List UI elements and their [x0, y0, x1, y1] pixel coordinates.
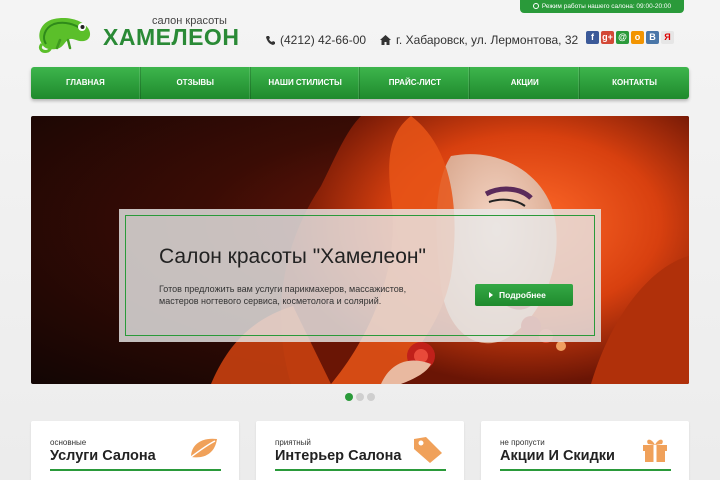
card-title: Акции И Скидки: [500, 448, 615, 464]
more-button[interactable]: Подробнее: [475, 284, 573, 306]
main-navigation: ГЛАВНАЯ ОТЗЫВЫ НАШИ СТИЛИСТЫ ПРАЙС-ЛИСТ АКЦИ…: [31, 67, 689, 99]
play-arrow-icon: [489, 292, 493, 298]
logo-title[interactable]: ХАМЕЛЕОН: [103, 24, 239, 51]
card-kicker: приятный: [275, 438, 311, 447]
slider-dot-1[interactable]: [345, 393, 353, 401]
nav-item-6[interactable]: КОНТАКТЫ: [580, 67, 689, 99]
nav-item-4[interactable]: ПРАЙС-ЛИСТ: [360, 67, 471, 99]
tag-icon: [414, 437, 442, 463]
address-text: г. Хабаровск, ул. Лермонтова, 32: [396, 33, 579, 47]
phone-contact[interactable]: (4212) 42-66-00: [266, 33, 366, 47]
hero-title: Салон красоты "Хамелеон": [159, 245, 426, 268]
card-divider: [275, 469, 446, 471]
hero-description: Готов предложить вам услуги парикмахеров…: [159, 284, 407, 306]
card-promotions[interactable]: не пропусти Акции И Скидки: [481, 421, 689, 480]
home-icon: [380, 35, 391, 45]
yandex-icon[interactable]: Я: [661, 31, 674, 44]
nav-item-1[interactable]: ГЛАВНАЯ: [31, 67, 141, 99]
working-hours-badge: Режим работы нашего салона: 09:00-20:00: [520, 0, 684, 13]
more-button-label: Подробнее: [499, 290, 546, 300]
chameleon-logo-icon[interactable]: [34, 14, 96, 54]
hero-caption-box: Салон красоты "Хамелеон" Готов предложит…: [119, 209, 601, 342]
phone-number: (4212) 42-66-00: [280, 33, 367, 47]
leaf-icon: [190, 438, 217, 458]
card-interior[interactable]: приятный Интерьер Салона: [256, 421, 464, 480]
phone-icon: [266, 36, 275, 45]
address-contact: г. Хабаровск, ул. Лермонтова, 32: [380, 33, 578, 47]
nav-item-2[interactable]: ОТЗЫВЫ: [141, 67, 251, 99]
gift-icon: [643, 439, 667, 462]
hero-slider[interactable]: Салон красоты "Хамелеон" Готов предложит…: [31, 116, 689, 384]
card-kicker: основные: [50, 438, 87, 447]
google-plus-icon[interactable]: g+: [601, 31, 614, 44]
nav-item-5[interactable]: АКЦИИ: [470, 67, 581, 99]
card-title: Услуги Салона: [50, 448, 156, 464]
odnoklassniki-icon[interactable]: o: [631, 31, 644, 44]
social-links: f g+ @ o B Я: [586, 31, 674, 44]
clock-icon: [532, 3, 539, 9]
nav-item-3[interactable]: НАШИ СТИЛИСТЫ: [251, 67, 361, 99]
slider-pagination: [345, 393, 375, 401]
card-divider: [500, 469, 671, 471]
mailru-icon[interactable]: @: [616, 31, 629, 44]
slider-dot-3[interactable]: [367, 393, 375, 401]
card-title: Интерьер Салона: [275, 448, 402, 464]
slider-dot-2[interactable]: [356, 393, 364, 401]
card-kicker: не пропусти: [500, 438, 545, 447]
working-hours-text: Режим работы нашего салона: 09:00-20:00: [541, 3, 672, 10]
hero-caption-frame: [125, 215, 595, 336]
facebook-icon[interactable]: f: [586, 31, 599, 44]
vkontakte-icon[interactable]: B: [646, 31, 659, 44]
card-services[interactable]: основные Услуги Салона: [31, 421, 239, 480]
card-divider: [50, 469, 221, 471]
